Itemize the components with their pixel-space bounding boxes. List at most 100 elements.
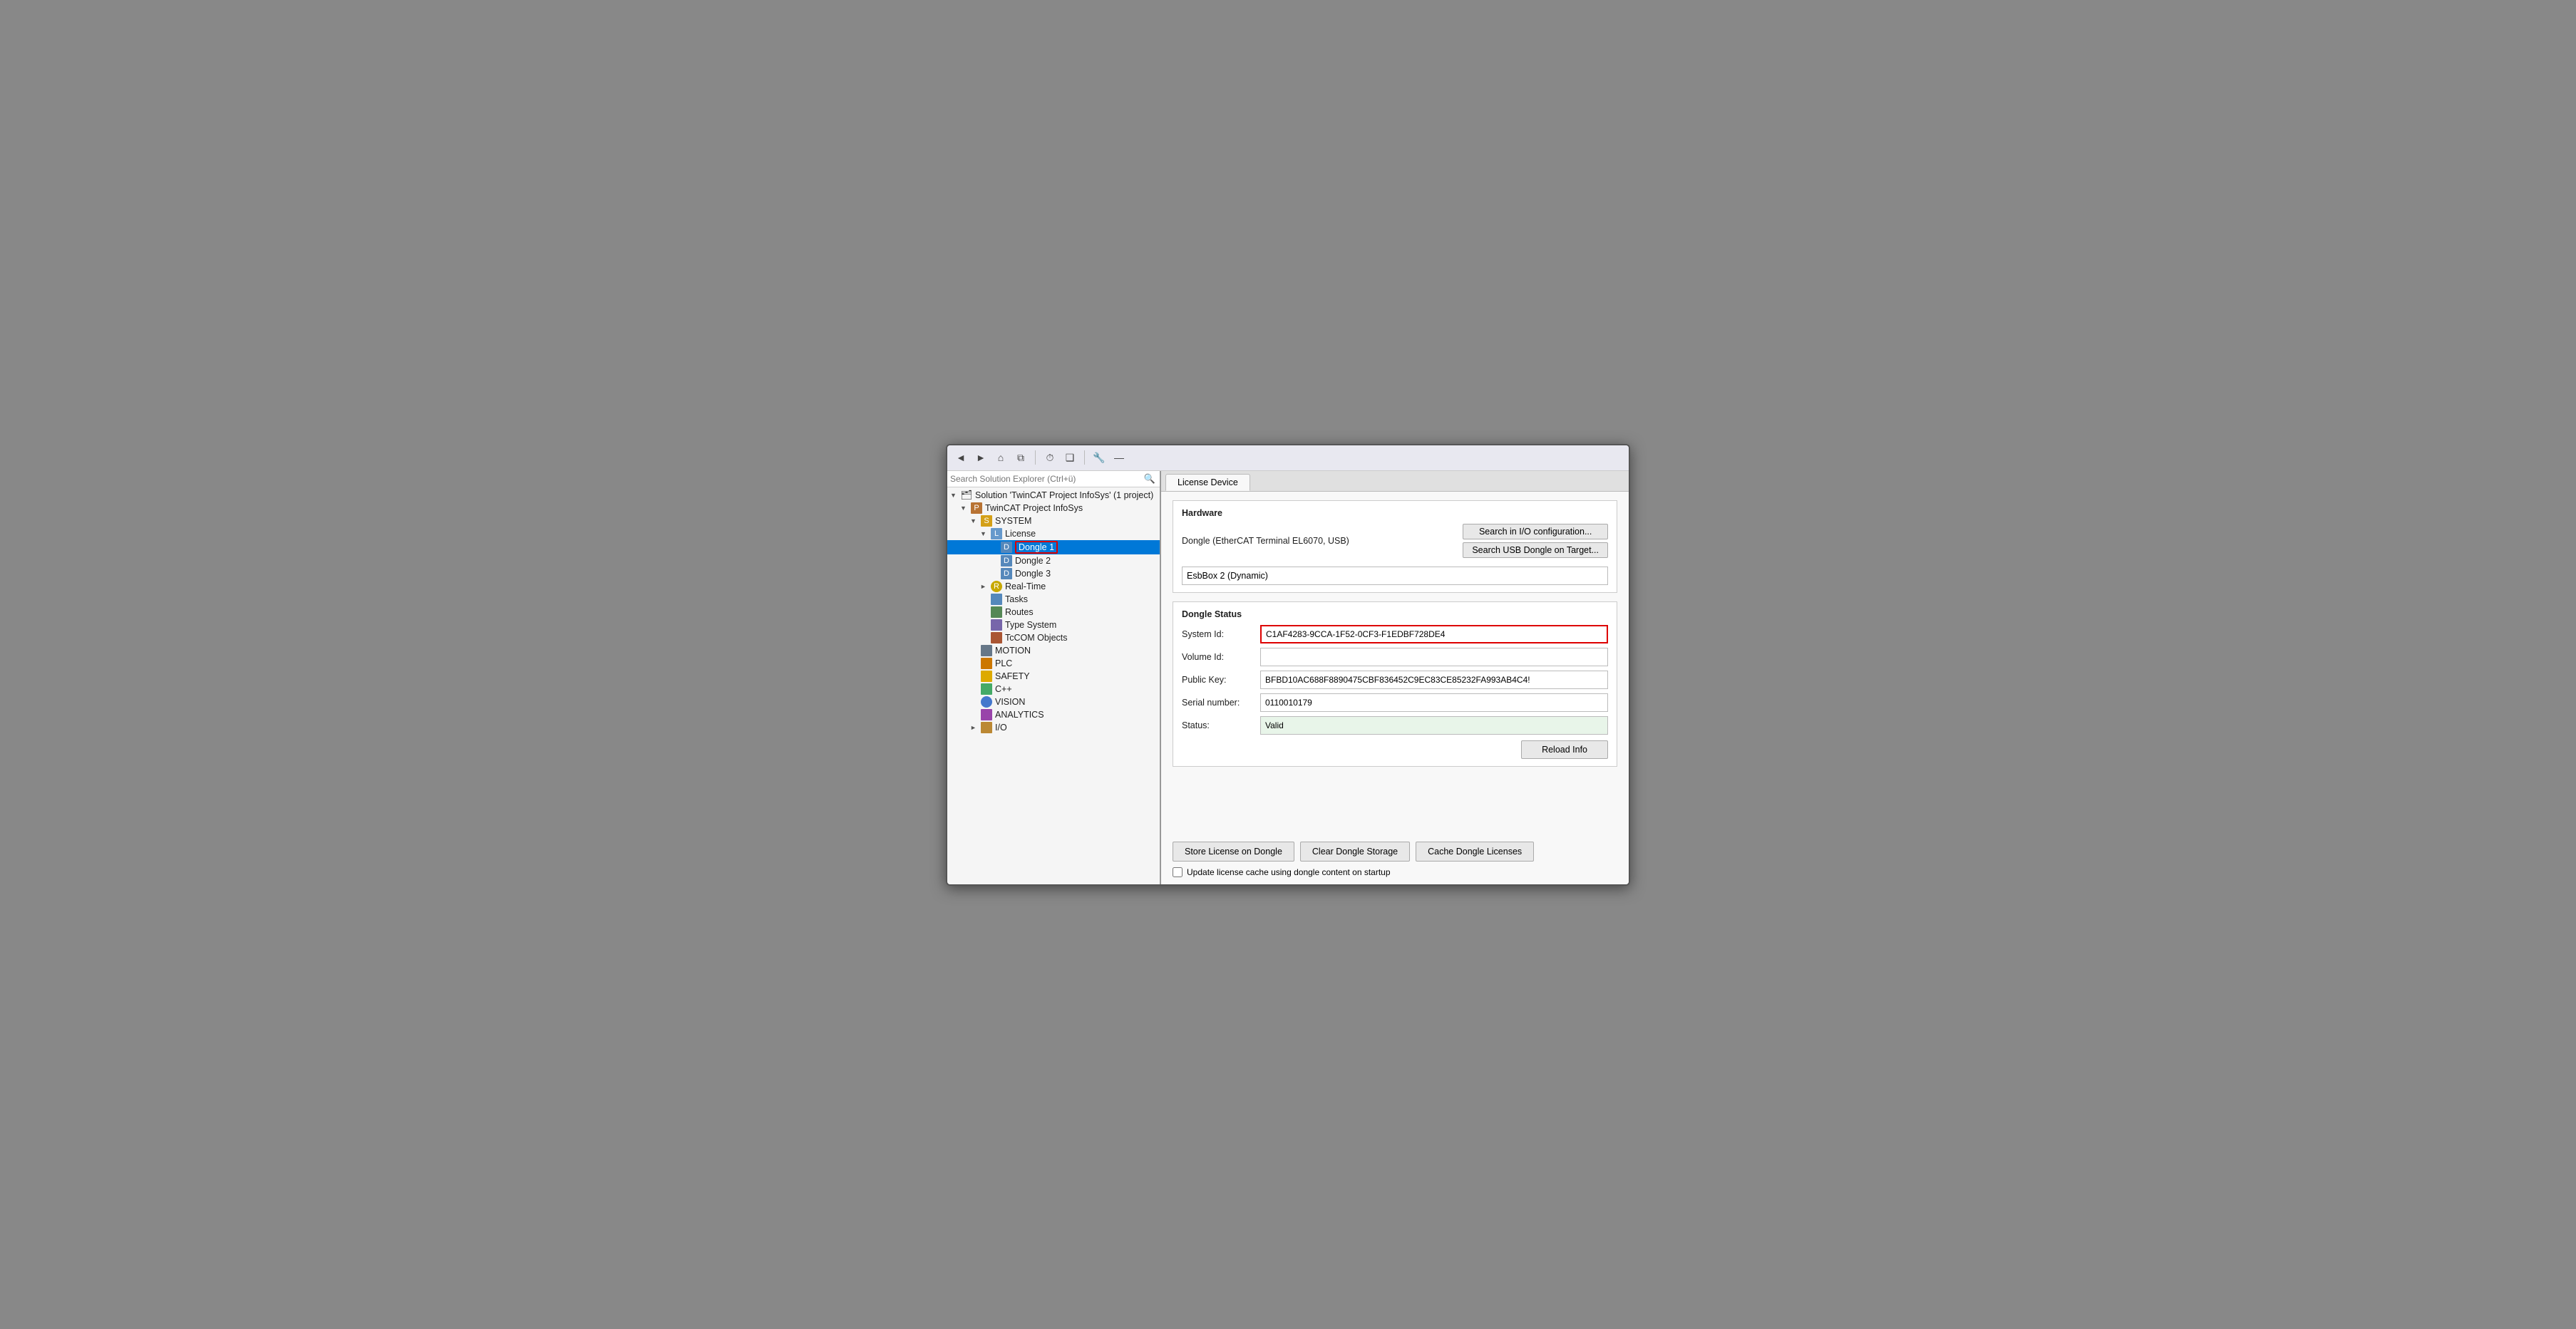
clear-dongle-button[interactable]: Clear Dongle Storage	[1300, 842, 1410, 862]
system-label: SYSTEM	[995, 516, 1031, 526]
tccom-label: TcCOM Objects	[1005, 633, 1068, 643]
bottom-actions: Store License on Dongle Clear Dongle Sto…	[1161, 834, 1629, 884]
hardware-title: Hardware	[1182, 508, 1608, 518]
dongle1-label: Dongle 1	[1015, 541, 1058, 554]
safety-icon	[980, 671, 993, 682]
dongle1-box: Dongle 1	[1015, 541, 1058, 554]
expand-arrow-twincat: ▼	[960, 505, 970, 512]
cache-dongle-button[interactable]: Cache Dongle Licenses	[1416, 842, 1534, 862]
solution-icon: 🗂	[960, 490, 973, 501]
tab-license-device[interactable]: License Device	[1165, 474, 1250, 491]
home-button[interactable]: ⌂	[993, 450, 1009, 465]
right-panel: Hardware Dongle (EtherCAT Terminal EL607…	[1161, 492, 1629, 884]
search-bar: 🔍	[947, 471, 1160, 487]
store-license-button[interactable]: Store License on Dongle	[1173, 842, 1294, 862]
forward-button[interactable]: ►	[973, 450, 989, 465]
system-id-input[interactable]	[1260, 625, 1608, 643]
public-key-input[interactable]	[1260, 671, 1608, 689]
tree-item-routes[interactable]: Routes	[947, 606, 1160, 619]
vision-icon	[980, 696, 993, 708]
pages-button[interactable]: ❑	[1062, 450, 1078, 465]
tasks-label: Tasks	[1005, 594, 1028, 604]
minus-button[interactable]: —	[1111, 450, 1127, 465]
motion-label: MOTION	[995, 646, 1031, 656]
tree-item-analytics[interactable]: ANALYTICS	[947, 708, 1160, 721]
tree-item-system[interactable]: ▼ S SYSTEM	[947, 514, 1160, 527]
toolbar-separator-1	[1035, 450, 1036, 465]
expand-arrow-cpp	[970, 686, 980, 693]
expand-arrow-dongle1	[990, 544, 1000, 551]
expand-arrow-system: ▼	[970, 517, 980, 524]
search-input[interactable]	[950, 474, 1143, 484]
twincat-label: TwinCAT Project InfoSys	[985, 503, 1083, 513]
right-panel-wrapper: License Device Hardware Dongle (EtherCAT…	[1161, 471, 1629, 884]
tree-item-dongle1[interactable]: D Dongle 1	[947, 540, 1160, 554]
dongle2-label: Dongle 2	[1015, 556, 1051, 566]
settings-button[interactable]: 🔧	[1091, 450, 1107, 465]
serial-number-label: Serial number:	[1182, 698, 1260, 708]
routes-icon	[990, 606, 1003, 618]
device-select[interactable]	[1182, 567, 1608, 585]
cpp-icon	[980, 683, 993, 695]
tree-item-typesystem[interactable]: Type System	[947, 619, 1160, 631]
tree-item-safety[interactable]: SAFETY	[947, 670, 1160, 683]
expand-arrow-io: ►	[970, 724, 980, 731]
public-key-label: Public Key:	[1182, 675, 1260, 685]
routes-label: Routes	[1005, 607, 1034, 617]
back-button[interactable]: ◄	[953, 450, 969, 465]
expand-arrow-analytics	[970, 711, 980, 718]
serial-number-input[interactable]	[1260, 693, 1608, 712]
tree-item-solution[interactable]: ▼ 🗂 Solution 'TwinCAT Project InfoSys' (…	[947, 489, 1160, 502]
tree-item-cpp[interactable]: C++	[947, 683, 1160, 695]
license-label: License	[1005, 529, 1036, 539]
expand-arrow-solution: ▼	[950, 492, 960, 499]
tasks-icon	[990, 594, 1003, 605]
expand-arrow-tccom	[980, 634, 990, 641]
tree-item-license[interactable]: ▼ L License	[947, 527, 1160, 540]
serial-number-row: Serial number:	[1182, 693, 1608, 712]
main-area: 🔍 ▼ 🗂 Solution 'TwinCAT Project InfoSys'…	[947, 471, 1629, 884]
vision-label: VISION	[995, 697, 1025, 707]
search-usb-button[interactable]: Search USB Dongle on Target...	[1463, 542, 1608, 558]
search-io-button[interactable]: Search in I/O configuration...	[1463, 524, 1608, 539]
expand-arrow-typesystem	[980, 621, 990, 629]
content-area: Hardware Dongle (EtherCAT Terminal EL607…	[1161, 492, 1629, 834]
expand-arrow-realtime: ►	[980, 583, 990, 590]
tree-item-dongle3[interactable]: D Dongle 3	[947, 567, 1160, 580]
cache-checkbox-label: Update license cache using dongle conten…	[1187, 867, 1391, 877]
expand-arrow-tasks	[980, 596, 990, 603]
typesystem-label: Type System	[1005, 620, 1056, 630]
license-icon: L	[990, 528, 1003, 539]
dongle1-icon: D	[1000, 542, 1013, 553]
tree-item-tccom[interactable]: TcCOM Objects	[947, 631, 1160, 644]
tree-item-vision[interactable]: VISION	[947, 695, 1160, 708]
search-button[interactable]: 🔍	[1143, 473, 1157, 485]
status-label: Status:	[1182, 720, 1260, 730]
solution-label: Solution 'TwinCAT Project InfoSys' (1 pr…	[975, 490, 1153, 500]
tree-item-plc[interactable]: PLC	[947, 657, 1160, 670]
tree-item-motion[interactable]: MOTION	[947, 644, 1160, 657]
volume-id-label: Volume Id:	[1182, 652, 1260, 662]
history-button[interactable]: ⏱	[1042, 450, 1058, 465]
dongle-status-section: Dongle Status System Id: Volume Id:	[1173, 601, 1617, 767]
cache-checkbox[interactable]	[1173, 867, 1183, 877]
tree-item-realtime[interactable]: ► R Real-Time	[947, 580, 1160, 593]
checkbox-row: Update license cache using dongle conten…	[1173, 867, 1617, 877]
dongle-status-title: Dongle Status	[1182, 609, 1608, 619]
io-label: I/O	[995, 723, 1007, 733]
tree-item-tasks[interactable]: Tasks	[947, 593, 1160, 606]
expand-arrow-motion	[970, 647, 980, 654]
tree-item-io[interactable]: ► I/O	[947, 721, 1160, 734]
tree-item-twincat[interactable]: ▼ P TwinCAT Project InfoSys	[947, 502, 1160, 514]
volume-id-input[interactable]	[1260, 648, 1608, 666]
safety-label: SAFETY	[995, 671, 1030, 681]
plc-label: PLC	[995, 658, 1012, 668]
expand-arrow-plc	[970, 660, 980, 667]
status-input[interactable]	[1260, 716, 1608, 735]
tree-item-dongle2[interactable]: D Dongle 2	[947, 554, 1160, 567]
copy-button[interactable]: ⧉	[1013, 450, 1029, 465]
hardware-buttons: Search in I/O configuration... Search US…	[1463, 524, 1608, 558]
toolbar-separator-2	[1084, 450, 1085, 465]
public-key-row: Public Key:	[1182, 671, 1608, 689]
reload-info-button[interactable]: Reload Info	[1521, 740, 1608, 759]
